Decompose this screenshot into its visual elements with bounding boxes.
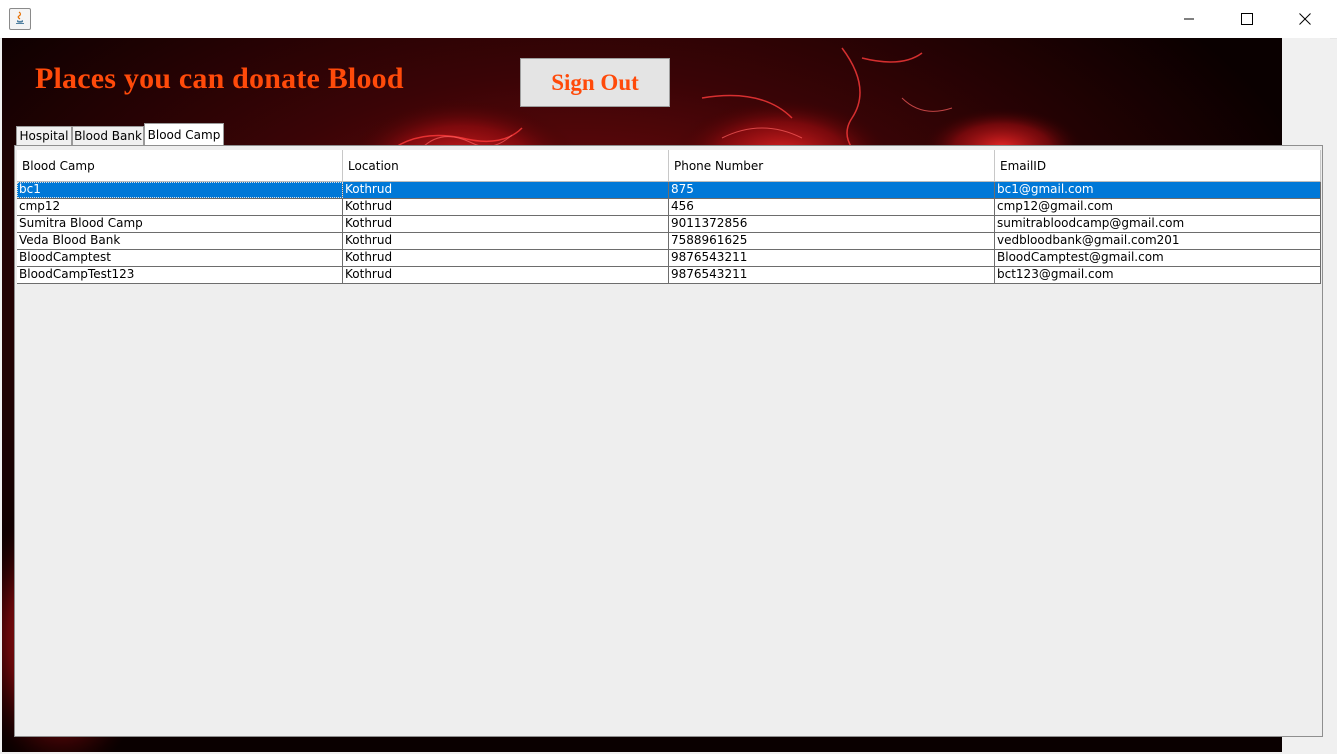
minimize-icon <box>1184 18 1194 20</box>
cell-email[interactable]: BloodCamptest@gmail.com <box>995 250 1321 266</box>
cell-location[interactable]: Kothrud <box>343 216 669 232</box>
column-header-location[interactable]: Location <box>343 150 669 181</box>
close-button[interactable] <box>1276 0 1334 38</box>
table-row[interactable]: BloodCampTest123 Kothrud 9876543211 bct1… <box>17 267 1321 284</box>
column-header-email-id[interactable]: EmailID <box>995 150 1321 181</box>
table-row[interactable]: Veda Blood Bank Kothrud 7588961625 vedbl… <box>17 233 1321 250</box>
cell-phone[interactable]: 9876543211 <box>669 267 995 283</box>
cell-name[interactable]: BloodCamptest <box>17 250 343 266</box>
blood-camp-table: Blood Camp Location Phone Number EmailID… <box>17 150 1321 284</box>
cell-location[interactable]: Kothrud <box>343 250 669 266</box>
cell-location[interactable]: Kothrud <box>343 267 669 283</box>
cell-name[interactable]: bc1 <box>17 182 343 198</box>
sign-out-button[interactable]: Sign Out <box>520 58 670 107</box>
tab-blood-bank[interactable]: Blood Bank <box>72 126 144 145</box>
tab-hospital[interactable]: Hospital <box>16 126 72 145</box>
cell-phone[interactable]: 456 <box>669 199 995 215</box>
cell-phone[interactable]: 7588961625 <box>669 233 995 249</box>
cell-name[interactable]: cmp12 <box>17 199 343 215</box>
cell-email[interactable]: sumitrabloodcamp@gmail.com <box>995 216 1321 232</box>
maximize-button[interactable] <box>1218 0 1276 38</box>
column-header-blood-camp[interactable]: Blood Camp <box>17 150 343 181</box>
cell-name[interactable]: Sumitra Blood Camp <box>17 216 343 232</box>
table-row[interactable]: Sumitra Blood Camp Kothrud 9011372856 su… <box>17 216 1321 233</box>
column-header-phone-number[interactable]: Phone Number <box>669 150 995 181</box>
cell-email[interactable]: cmp12@gmail.com <box>995 199 1321 215</box>
cell-email[interactable]: bct123@gmail.com <box>995 267 1321 283</box>
table-row[interactable]: BloodCamptest Kothrud 9876543211 BloodCa… <box>17 250 1321 267</box>
table-row[interactable]: cmp12 Kothrud 456 cmp12@gmail.com <box>17 199 1321 216</box>
maximize-icon <box>1241 13 1253 25</box>
window-titlebar <box>0 0 1337 39</box>
tab-blood-camp[interactable]: Blood Camp <box>144 123 224 145</box>
minimize-button[interactable] <box>1160 0 1218 38</box>
table-header: Blood Camp Location Phone Number EmailID <box>17 150 1321 182</box>
cell-name[interactable]: BloodCampTest123 <box>17 267 343 283</box>
cell-location[interactable]: Kothrud <box>343 233 669 249</box>
cell-phone[interactable]: 9876543211 <box>669 250 995 266</box>
cell-phone[interactable]: 875 <box>669 182 995 198</box>
cell-location[interactable]: Kothrud <box>343 182 669 198</box>
cell-email[interactable]: bc1@gmail.com <box>995 182 1321 198</box>
cell-name[interactable]: Veda Blood Bank <box>17 233 343 249</box>
table-row[interactable]: bc1 Kothrud 875 bc1@gmail.com <box>17 182 1321 199</box>
page-title: Places you can donate Blood <box>35 62 404 95</box>
tab-content-panel: Blood Camp Location Phone Number EmailID… <box>14 145 1323 737</box>
cell-phone[interactable]: 9011372856 <box>669 216 995 232</box>
cell-email[interactable]: vedbloodbank@gmail.com201 <box>995 233 1321 249</box>
app-content: Places you can donate Blood Sign Out Hos… <box>2 38 1330 752</box>
java-icon[interactable] <box>9 8 31 30</box>
cell-location[interactable]: Kothrud <box>343 199 669 215</box>
close-icon <box>1299 13 1311 25</box>
